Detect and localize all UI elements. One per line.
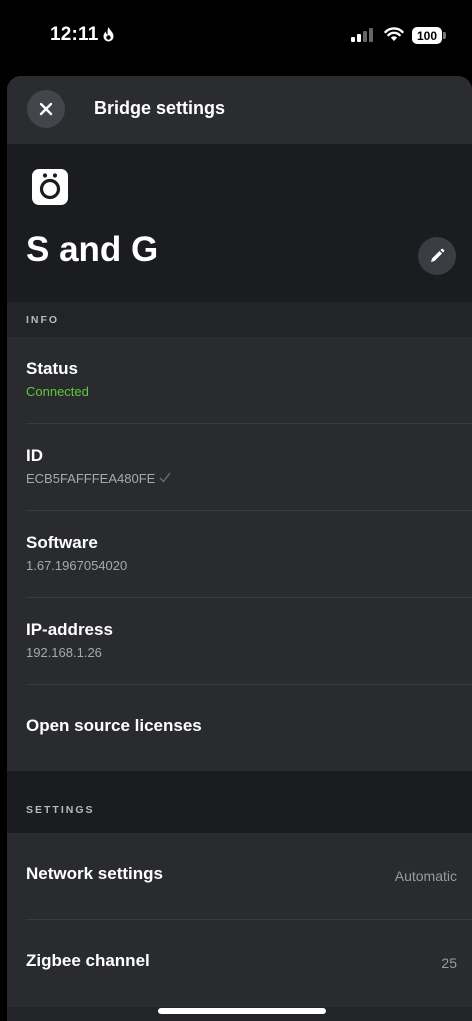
home-indicator[interactable] xyxy=(158,1008,326,1014)
list-item-zigbee-channel[interactable]: Zigbee channel 25 xyxy=(26,920,472,1007)
row-title: Zigbee channel xyxy=(26,951,150,970)
bridge-hero: S and G INFO xyxy=(7,144,472,302)
info-list: Status Connected ID ECB5FAFFFEA480FE Sof… xyxy=(7,337,472,772)
list-item-id: ID ECB5FAFFFEA480FE xyxy=(26,424,472,511)
status-bar: 12:11 100 xyxy=(0,0,472,76)
row-title: ID xyxy=(26,446,43,465)
row-title: Software xyxy=(26,533,98,552)
zigbee-channel-value: 25 xyxy=(441,955,457,971)
row-title: Network settings xyxy=(26,864,163,883)
ip-address-value: 192.168.1.26 xyxy=(26,645,102,660)
id-value-wrap: ECB5FAFFFEA480FE xyxy=(26,471,171,486)
battery-icon: 100 xyxy=(412,27,442,44)
settings-section-label: SETTINGS xyxy=(26,804,95,816)
row-title: Open source licenses xyxy=(26,716,202,735)
id-value: ECB5FAFFFEA480FE xyxy=(26,471,156,486)
pencil-icon xyxy=(431,248,445,262)
flame-icon xyxy=(102,26,115,48)
sheet-header: Bridge settings xyxy=(7,76,472,144)
battery-cap xyxy=(443,32,446,39)
software-value: 1.67.1967054020 xyxy=(26,558,128,573)
status-time: 12:11 xyxy=(50,24,99,45)
row-title: Status xyxy=(26,359,78,378)
checkmark-icon xyxy=(159,471,171,486)
row-title: IP-address xyxy=(26,620,113,639)
section-gap: SETTINGS xyxy=(7,771,472,833)
close-button[interactable] xyxy=(27,90,65,128)
list-item-ip-address: IP-address 192.168.1.26 xyxy=(26,598,472,685)
cellular-signal-icon xyxy=(351,28,373,47)
bridge-settings-sheet: Bridge settings S and G INFO INFO Status… xyxy=(7,76,472,1021)
edit-name-button[interactable] xyxy=(418,237,456,275)
page-title: Bridge settings xyxy=(94,98,226,118)
bridge-name: S and G xyxy=(26,230,159,269)
info-section-label-text: INFO xyxy=(26,314,60,326)
network-settings-value: Automatic xyxy=(394,868,457,884)
list-item-status: Status Connected xyxy=(26,337,472,424)
list-item-open-source-licenses[interactable]: Open source licenses xyxy=(26,685,472,772)
bridge-icon xyxy=(31,168,69,211)
list-item-network-settings[interactable]: Network settings Automatic xyxy=(26,833,472,920)
wifi-icon xyxy=(384,26,404,47)
status-value: Connected xyxy=(26,384,89,399)
settings-list: Network settings Automatic Zigbee channe… xyxy=(7,833,472,1007)
close-icon xyxy=(39,102,53,116)
list-item-software: Software 1.67.1967054020 xyxy=(26,511,472,598)
